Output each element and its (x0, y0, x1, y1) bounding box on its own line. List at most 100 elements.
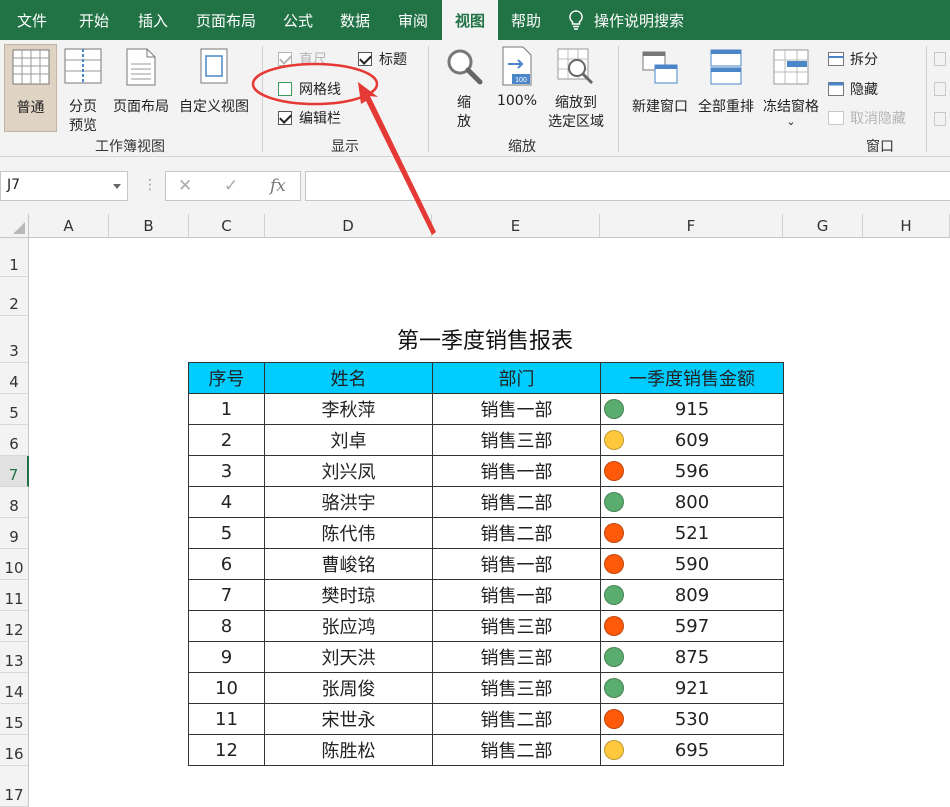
name-cell[interactable]: 曹峻铭 (264, 548, 433, 580)
name-cell[interactable]: 樊时琼 (264, 579, 433, 611)
amount-cell[interactable]: 590 (600, 548, 784, 580)
select-all-corner[interactable] (0, 214, 29, 238)
dept-cell[interactable]: 销售二部 (432, 734, 601, 766)
row-header-4[interactable]: 4 (0, 363, 29, 394)
formula-bar-check-box[interactable] (278, 111, 292, 125)
name-cell[interactable]: 张应鸿 (264, 610, 433, 642)
amount-cell[interactable]: 609 (600, 424, 784, 456)
dept-cell[interactable]: 销售二部 (432, 486, 601, 518)
gridlines-checkbox[interactable]: 网格线 (278, 79, 341, 99)
dept-cell[interactable]: 销售三部 (432, 672, 601, 704)
name-cell[interactable]: 刘天洪 (264, 641, 433, 673)
row-header-10[interactable]: 10 (0, 549, 29, 580)
dept-cell[interactable]: 销售一部 (432, 579, 601, 611)
freeze-panes-button[interactable]: 冻结窗格 ⌄ (759, 44, 823, 144)
amount-cell[interactable]: 800 (600, 486, 784, 518)
row-header-2[interactable]: 2 (0, 277, 29, 316)
row-header-11[interactable]: 11 (0, 580, 29, 611)
menu-data[interactable]: 数据 (326, 0, 384, 40)
row-header-5[interactable]: 5 (0, 394, 29, 425)
name-cell[interactable]: 骆洪宇 (264, 486, 433, 518)
column-header-d[interactable]: D (265, 214, 432, 238)
zoom-button[interactable]: 缩 放 (442, 44, 486, 132)
name-cell[interactable]: 张周俊 (264, 672, 433, 704)
page-break-preview-button[interactable]: 分页 预览 (60, 44, 106, 134)
menu-formulas[interactable]: 公式 (270, 0, 326, 40)
name-cell[interactable]: 宋世永 (264, 703, 433, 735)
name-cell[interactable]: 刘卓 (264, 424, 433, 456)
name-cell[interactable]: 陈胜松 (264, 734, 433, 766)
column-header-a[interactable]: A (29, 214, 109, 238)
row-header-17[interactable]: 17 (0, 766, 29, 807)
amount-cell[interactable]: 597 (600, 610, 784, 642)
column-header-g[interactable]: G (783, 214, 863, 238)
name-cell[interactable]: 陈代伟 (264, 517, 433, 549)
amount-cell[interactable]: 521 (600, 517, 784, 549)
no-cell[interactable]: 6 (188, 548, 265, 580)
row-header-15[interactable]: 15 (0, 704, 29, 735)
row-header-16[interactable]: 16 (0, 735, 29, 766)
name-cell[interactable]: 李秋萍 (264, 393, 433, 425)
dept-cell[interactable]: 销售一部 (432, 548, 601, 580)
no-cell[interactable]: 1 (188, 393, 265, 425)
row-header-14[interactable]: 14 (0, 673, 29, 704)
split-button[interactable]: 拆分 (828, 49, 878, 69)
dept-cell[interactable]: 销售二部 (432, 517, 601, 549)
dept-cell[interactable]: 销售一部 (432, 393, 601, 425)
enter-icon[interactable]: ✓ (224, 176, 238, 196)
amount-cell[interactable]: 809 (600, 579, 784, 611)
amount-cell[interactable]: 695 (600, 734, 784, 766)
row-header-9[interactable]: 9 (0, 518, 29, 549)
drag-handle-icon[interactable]: ⋮ (143, 177, 157, 193)
column-header-h[interactable]: H (863, 214, 950, 238)
menu-file[interactable]: 文件 (0, 0, 64, 40)
row-header-6[interactable]: 6 (0, 425, 29, 456)
menu-page-layout[interactable]: 页面布局 (182, 0, 270, 40)
no-cell[interactable]: 8 (188, 610, 265, 642)
dept-cell[interactable]: 销售三部 (432, 610, 601, 642)
menu-home[interactable]: 开始 (64, 0, 124, 40)
no-cell[interactable]: 4 (188, 486, 265, 518)
column-header-e[interactable]: E (432, 214, 600, 238)
formula-bar-checkbox[interactable]: 编辑栏 (278, 108, 341, 128)
header-cell-dept[interactable]: 部门 (432, 362, 601, 394)
hide-button[interactable]: 隐藏 (828, 79, 878, 99)
no-cell[interactable]: 11 (188, 703, 265, 735)
tell-me-search[interactable]: 操作说明搜索 (568, 0, 684, 40)
new-window-button[interactable]: 新建窗口 (627, 44, 693, 132)
gridlines-check-box[interactable] (278, 82, 292, 96)
report-title[interactable]: 第一季度销售报表 (340, 323, 630, 355)
no-cell[interactable]: 7 (188, 579, 265, 611)
row-header-12[interactable]: 12 (0, 611, 29, 642)
amount-cell[interactable]: 530 (600, 703, 784, 735)
menu-insert[interactable]: 插入 (124, 0, 182, 40)
headings-check-box[interactable] (358, 52, 372, 66)
no-cell[interactable]: 12 (188, 734, 265, 766)
chevron-down-icon[interactable] (113, 184, 121, 189)
custom-views-button[interactable]: 自定义视图 (175, 44, 253, 132)
row-header-13[interactable]: 13 (0, 642, 29, 673)
amount-cell[interactable]: 915 (600, 393, 784, 425)
no-cell[interactable]: 9 (188, 641, 265, 673)
header-cell-no[interactable]: 序号 (188, 362, 265, 394)
dept-cell[interactable]: 销售三部 (432, 424, 601, 456)
zoom-100-button[interactable]: 100 100% (494, 44, 540, 132)
row-header-8[interactable]: 8 (0, 487, 29, 518)
dept-cell[interactable]: 销售一部 (432, 455, 601, 487)
menu-help[interactable]: 帮助 (498, 0, 554, 40)
header-cell-name[interactable]: 姓名 (264, 362, 433, 394)
name-cell[interactable]: 刘兴凤 (264, 455, 433, 487)
dept-cell[interactable]: 销售二部 (432, 703, 601, 735)
no-cell[interactable]: 3 (188, 455, 265, 487)
menu-view[interactable]: 视图 (442, 0, 498, 40)
headings-checkbox[interactable]: 标题 (358, 49, 407, 69)
menu-review[interactable]: 审阅 (384, 0, 442, 40)
zoom-to-selection-button[interactable]: 缩放到 选定区域 (543, 44, 609, 132)
page-layout-view-button[interactable]: 页面布局 (108, 44, 174, 132)
dept-cell[interactable]: 销售三部 (432, 641, 601, 673)
header-cell-amount[interactable]: 一季度销售金额 (600, 362, 784, 394)
cancel-icon[interactable]: ✕ (178, 176, 192, 196)
arrange-all-button[interactable]: 全部重排 (694, 44, 758, 132)
amount-cell[interactable]: 875 (600, 641, 784, 673)
no-cell[interactable]: 2 (188, 424, 265, 456)
